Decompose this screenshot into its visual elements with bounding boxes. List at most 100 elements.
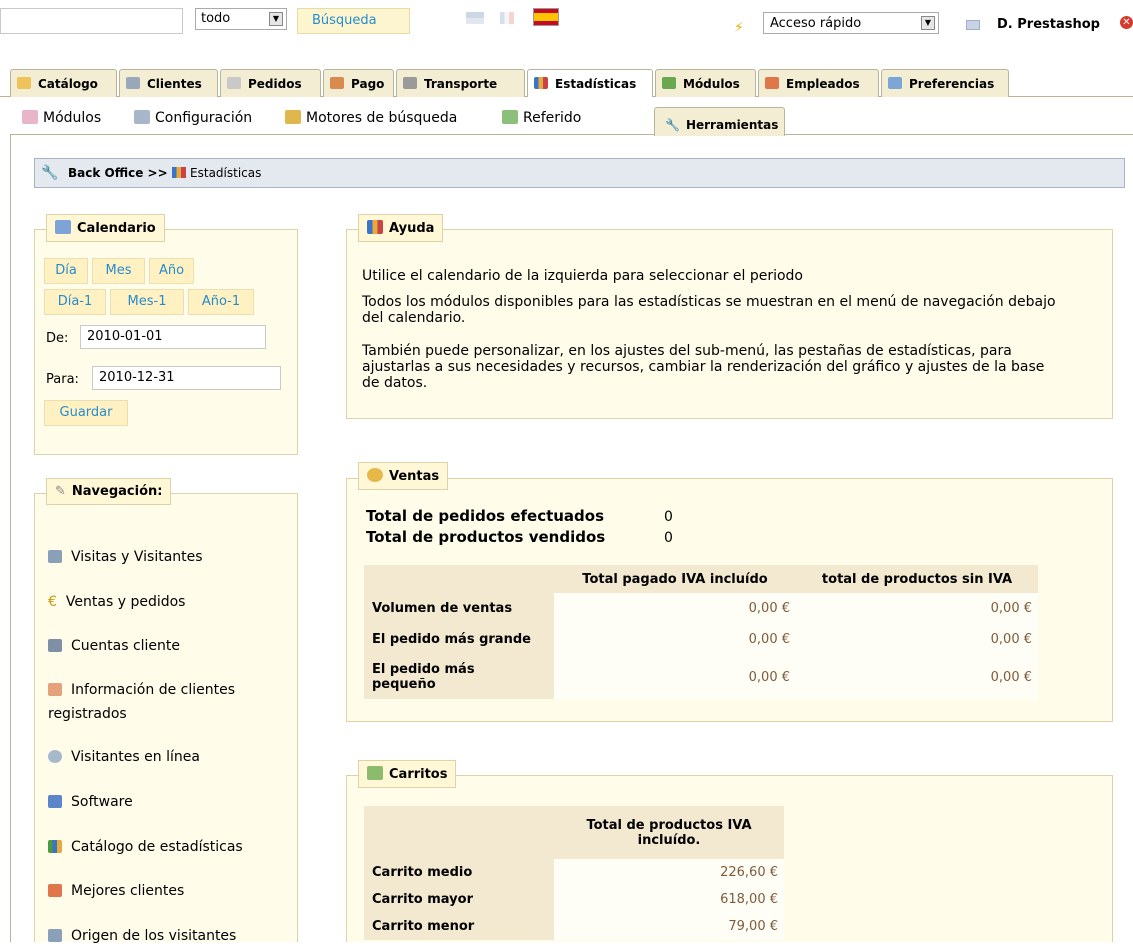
registered-users-icon	[48, 683, 62, 696]
catalog-stats-icon	[48, 840, 62, 853]
quick-access-select[interactable]: Acceso rápido ▼	[763, 12, 939, 34]
search-scope-value: todo	[201, 11, 231, 26]
flag-en-icon[interactable]	[466, 12, 484, 24]
bar-chart-icon	[367, 220, 383, 234]
cart-icon	[367, 766, 383, 780]
tab-modulos[interactable]: Módulos	[655, 69, 756, 97]
carts-table: Total de productos IVA incluído. Carrito…	[364, 806, 784, 940]
lightning-icon: ⚡	[734, 20, 744, 36]
nav-item-mejores[interactable]: Mejores clientes	[48, 879, 288, 903]
chart-line-icon	[22, 110, 38, 124]
eye-icon	[48, 750, 62, 763]
user-card-icon	[966, 20, 980, 30]
quick-access-value: Acceso rápido	[770, 16, 862, 31]
table-row: El pedido más grande 0,00 € 0,00 €	[364, 624, 1038, 655]
nav-item-origen[interactable]: Origen de los visitantes	[48, 924, 288, 948]
tab-empleados[interactable]: Empleados	[758, 69, 879, 97]
origin-icon	[48, 929, 62, 942]
year-button[interactable]: Año	[149, 258, 194, 284]
breadcrumb: 🔧 Back Office >> Estadísticas	[34, 158, 1125, 188]
puzzle-icon	[662, 77, 676, 89]
prev-year-button[interactable]: Año-1	[188, 289, 254, 315]
month-button[interactable]: Mes	[92, 258, 145, 284]
breadcrumb-separator: >>	[147, 166, 168, 180]
bar-chart-icon	[171, 167, 186, 178]
subnav-referido[interactable]: Referido	[502, 110, 581, 126]
tab-herramientas[interactable]: 🔧 Herramientas	[654, 107, 785, 136]
help-legend: Ayuda	[358, 214, 444, 242]
tab-pago[interactable]: Pago	[323, 69, 394, 97]
nav-item-ventas[interactable]: € Ventas y pedidos	[48, 590, 288, 614]
tab-preferencias[interactable]: Preferencias	[881, 69, 1009, 97]
sales-col-2: total de productos sin IVA	[796, 565, 1038, 593]
chevron-down-icon[interactable]: ▼	[921, 16, 935, 30]
sales-table: Total pagado IVA incluído total de produ…	[364, 565, 1038, 699]
tab-transporte[interactable]: Transporte	[396, 69, 525, 97]
nav-item-informacion[interactable]: Información de clientes registrados	[48, 678, 288, 726]
best-customers-icon	[48, 884, 62, 897]
from-label: De:	[46, 331, 69, 346]
breadcrumb-current: Estadísticas	[190, 166, 262, 180]
nav-item-cuentas[interactable]: Cuentas cliente	[48, 634, 288, 658]
payment-icon	[330, 77, 344, 89]
referral-icon	[502, 110, 518, 124]
tab-clientes[interactable]: Clientes	[119, 69, 218, 97]
folder-icon	[17, 77, 31, 89]
breadcrumb-root[interactable]: Back Office	[68, 166, 143, 180]
to-date-input[interactable]: 2010-12-31	[92, 366, 281, 390]
subnav-modulos[interactable]: Módulos	[22, 110, 101, 126]
subnav-configuracion[interactable]: Configuración	[134, 110, 252, 126]
nav-item-software[interactable]: Software	[48, 790, 288, 814]
cart-icon	[227, 77, 241, 89]
search-button[interactable]: Búsqueda	[297, 8, 410, 34]
save-button[interactable]: Guardar	[44, 400, 128, 426]
carts-legend: Carritos	[358, 760, 457, 788]
nav-item-catalogo[interactable]: Catálogo de estadísticas	[48, 835, 288, 859]
tab-estadisticas[interactable]: Estadísticas	[527, 69, 653, 97]
employee-icon	[765, 77, 779, 89]
search-engine-icon	[285, 110, 301, 124]
tab-pedidos[interactable]: Pedidos	[220, 69, 321, 97]
euro-icon: €	[48, 594, 57, 610]
orders-total-label: Total de pedidos efectuados	[366, 507, 605, 525]
coins-icon	[367, 468, 383, 482]
flag-es-icon[interactable]	[533, 8, 559, 26]
table-row: Carrito medio 226,60 €	[364, 859, 784, 886]
from-date-input[interactable]: 2010-01-01	[80, 325, 266, 349]
table-row: Carrito menor 79,00 €	[364, 913, 784, 940]
sales-col-1: Total pagado IVA incluído	[554, 565, 796, 593]
products-total-value: 0	[664, 530, 673, 546]
day-button[interactable]: Día	[44, 258, 88, 284]
help-paragraph-1: Utilice el calendario de la izquierda pa…	[362, 268, 803, 284]
preferences-icon	[888, 77, 902, 89]
orders-total-value: 0	[664, 509, 673, 525]
products-total-label: Total de productos vendidos	[366, 528, 606, 546]
subnav-motores-busqueda[interactable]: Motores de búsqueda	[285, 110, 457, 126]
logout-icon[interactable]: ✕	[1120, 16, 1133, 29]
sales-legend: Ventas	[358, 462, 449, 490]
chevron-down-icon[interactable]: ▼	[269, 12, 283, 26]
prev-day-button[interactable]: Día-1	[44, 289, 106, 315]
prev-month-button[interactable]: Mes-1	[110, 289, 184, 315]
table-row: Volumen de ventas 0,00 € 0,00 €	[364, 593, 1038, 624]
table-row: Carrito mayor 618,00 €	[364, 886, 784, 913]
nav-item-visitas[interactable]: Visitas y Visitantes	[48, 545, 288, 569]
calendar-legend: Calendario	[46, 214, 165, 242]
flag-fr-icon[interactable]	[500, 12, 514, 24]
wrench-icon: 🔧	[41, 165, 59, 181]
nav-item-online[interactable]: Visitantes en línea	[48, 745, 288, 769]
bar-chart-icon	[534, 77, 548, 89]
navigation-legend: ✎ Navegación:	[46, 478, 172, 505]
user-icon	[48, 639, 62, 652]
user-icon	[126, 77, 140, 89]
software-icon	[48, 795, 62, 808]
user-name: D. Prestashop	[997, 17, 1100, 32]
config-icon	[134, 110, 150, 124]
help-paragraph-2: Todos los módulos disponibles para las e…	[362, 294, 1056, 326]
search-scope-select[interactable]: todo ▼	[195, 8, 287, 30]
visitors-icon	[48, 550, 62, 563]
search-input[interactable]	[0, 8, 183, 34]
table-row: El pedido más pequeño 0,00 € 0,00 €	[364, 655, 1038, 699]
tab-catalogo[interactable]: Catálogo	[10, 69, 117, 97]
help-paragraph-3: También puede personalizar, en los ajust…	[362, 343, 1045, 391]
